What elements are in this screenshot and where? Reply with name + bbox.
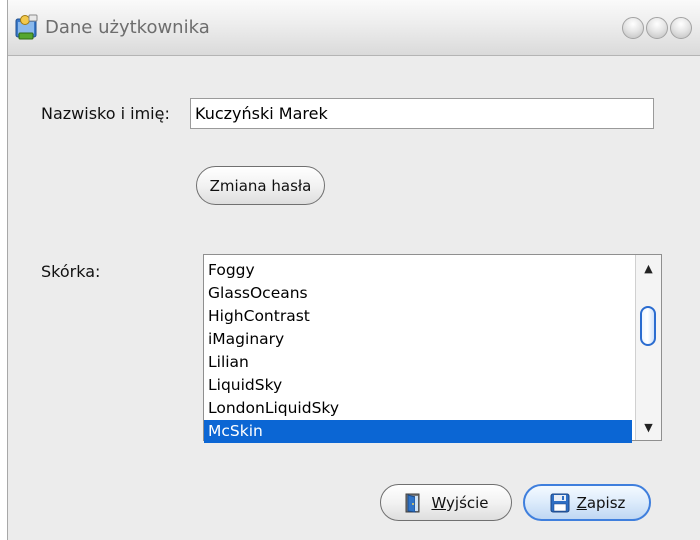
skin-scrollbar[interactable]: ▲ ▼ <box>635 255 661 440</box>
skin-list-item[interactable]: GlassOceans <box>204 282 632 305</box>
skin-listbox[interactable]: Foggy GlassOceans HighContrast iMaginary Lil… <box>203 254 662 443</box>
user-card-icon <box>14 13 40 41</box>
floppy-disk-icon <box>549 492 571 514</box>
minimize-button[interactable] <box>622 17 644 39</box>
skin-list-item[interactable]: McSkin <box>204 420 632 443</box>
skin-list-items: Foggy GlassOceans HighContrast iMaginary Lil… <box>204 259 632 443</box>
scroll-up-button[interactable]: ▲ <box>636 257 661 279</box>
window-title: Dane użytkownika <box>45 17 210 38</box>
save-button[interactable]: Zapisz <box>523 484 651 521</box>
skin-list-item[interactable]: LondonLiquidSky <box>204 397 632 420</box>
scroll-thumb[interactable] <box>640 306 656 346</box>
door-exit-icon <box>403 492 425 514</box>
skin-list-item[interactable]: LiquidSky <box>204 374 632 397</box>
name-label: Nazwisko i imię: <box>41 104 170 123</box>
exit-label: Wyjście <box>431 493 489 512</box>
close-button[interactable] <box>670 17 692 39</box>
maximize-button[interactable] <box>646 17 668 39</box>
skin-label: Skórka: <box>41 262 101 281</box>
triangle-down-icon: ▼ <box>644 420 653 434</box>
skin-list-item[interactable]: iMaginary <box>204 328 632 351</box>
skin-list-item[interactable]: HighContrast <box>204 305 632 328</box>
change-password-label: Zmiana hasła <box>209 176 312 195</box>
save-label: Zapisz <box>576 493 626 512</box>
change-password-button[interactable]: Zmiana hasła <box>196 166 325 205</box>
user-data-window: Dane użytkownika Nazwisko i imię: Zmiana… <box>7 0 700 540</box>
triangle-up-icon: ▲ <box>644 261 653 275</box>
exit-button[interactable]: Wyjście <box>380 484 512 521</box>
skin-list-item[interactable]: Foggy <box>204 259 632 282</box>
scroll-down-button[interactable]: ▼ <box>636 416 661 438</box>
title-bar[interactable]: Dane użytkownika <box>8 0 700 56</box>
skin-list-item[interactable]: Lilian <box>204 351 632 374</box>
name-input[interactable] <box>190 98 654 129</box>
